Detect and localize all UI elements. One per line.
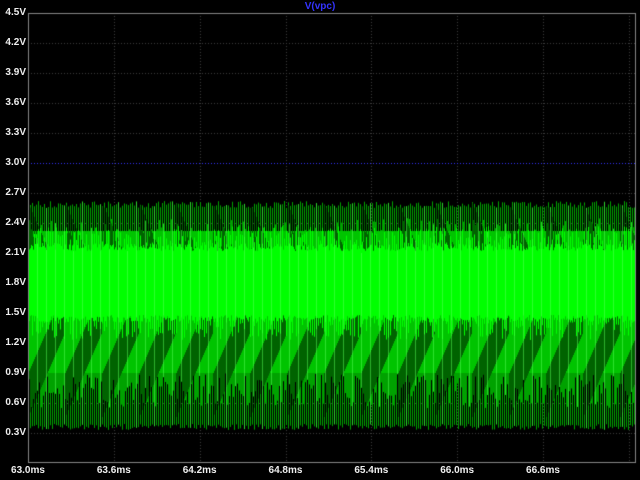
y-tick-label: 1.5V [5,307,26,318]
y-tick-label: 4.2V [5,37,26,48]
trace-title-label[interactable]: V(vpc) [0,1,640,12]
y-tick-label: 2.7V [5,187,26,198]
y-tick-label: 0.9V [5,367,26,378]
y-tick-label: 0.3V [5,427,26,438]
x-tick-label: 64.2ms [182,465,217,476]
x-tick-label: 63.0ms [11,465,45,476]
y-tick-label: 0.6V [5,397,26,408]
x-tick-label: 64.8ms [268,465,303,476]
y-tick-label: 3.3V [5,127,26,138]
x-tick-label: 63.6ms [96,465,131,476]
y-tick-label: 3.9V [5,67,26,78]
y-tick-label: 4.5V [5,7,26,18]
waveform-plot-canvas[interactable] [0,0,640,480]
y-tick-label: 3.6V [5,97,26,108]
x-tick-label: 65.4ms [354,465,389,476]
x-tick-label: 66.6ms [526,465,560,476]
y-tick-label: 1.8V [5,277,26,288]
y-tick-label: 3.0V [5,157,26,168]
y-tick-label: 1.2V [5,337,26,348]
y-tick-label: 2.4V [5,217,26,228]
y-tick-label: 2.1V [5,247,26,258]
waveform-viewer-window: V(vpc) 4.5V 4.2V 3.9V 3.6V 3.3V 3.0V 2.7V 2.4V 2… [0,0,640,480]
x-tick-label: 66.0ms [440,465,475,476]
